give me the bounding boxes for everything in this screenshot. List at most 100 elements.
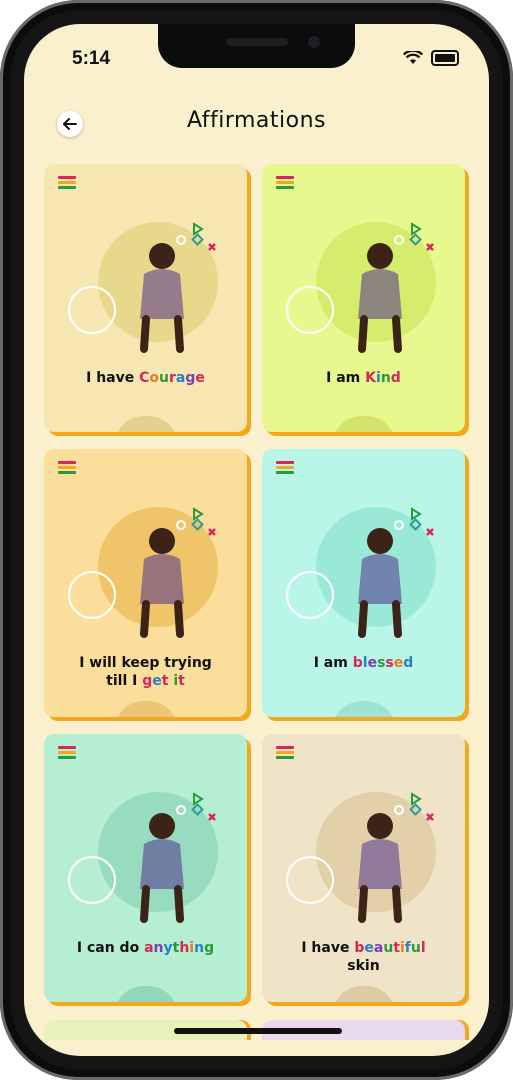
play-ring-icon[interactable] <box>68 571 116 619</box>
app-screen: 5:14 Affirmations I have Courage I am Ki… <box>24 24 489 1056</box>
caption-letter: r <box>168 370 176 386</box>
caption-text: I am <box>326 370 366 386</box>
caption-letter: g <box>185 370 196 386</box>
affirmation-card[interactable]: I am blessed <box>262 449 465 717</box>
play-ring-icon[interactable] <box>68 286 116 334</box>
affirmation-card[interactable]: I can do anything <box>44 734 247 1002</box>
caption-letter: h <box>179 940 190 956</box>
caption-text: I have <box>86 370 140 386</box>
caption-line: I will keep trying <box>52 654 239 672</box>
play-ring-icon[interactable] <box>286 286 334 334</box>
caption-letter: e <box>367 655 378 671</box>
caption-highlight: blessed <box>353 655 414 671</box>
affirmation-card[interactable]: I have beautiful skin <box>262 734 465 1002</box>
menu-icon[interactable] <box>58 176 76 191</box>
caption-letter: C <box>139 370 150 386</box>
caption-letter: t <box>393 940 400 956</box>
play-ring-icon[interactable] <box>68 856 116 904</box>
menu-icon[interactable] <box>276 176 294 191</box>
caption-text: I have <box>301 940 355 956</box>
menu-icon[interactable] <box>58 746 76 761</box>
caption-highlight: beautiful <box>354 940 425 956</box>
card-tab <box>332 416 396 432</box>
header: Affirmations <box>24 106 489 146</box>
caption-letter: K <box>365 370 377 386</box>
menu-icon[interactable] <box>276 746 294 761</box>
caption-letter: n <box>380 370 391 386</box>
caption-letter: y <box>163 940 173 956</box>
affirmation-card[interactable]: I have Courage <box>44 164 247 432</box>
caption-text: I am <box>313 655 353 671</box>
page-title: Affirmations <box>186 108 327 133</box>
child-illustration <box>358 813 402 923</box>
caption-letter: g <box>204 940 215 956</box>
caption-letter: e <box>195 370 205 386</box>
caption-letter: n <box>153 940 164 956</box>
caption-letter: a <box>144 940 154 956</box>
battery-icon <box>431 50 459 66</box>
affirmation-caption: I am blessed <box>270 654 457 672</box>
caption-letter: e <box>393 655 404 671</box>
caption-letter: e <box>364 940 374 956</box>
caption-letter: a <box>175 370 186 386</box>
caption-letter: o <box>149 370 160 386</box>
caption-line: I have Courage <box>52 369 239 387</box>
child-illustration <box>140 243 184 353</box>
card-tab <box>332 701 396 717</box>
child-illustration <box>140 813 184 923</box>
menu-icon[interactable] <box>58 461 76 476</box>
caption-line: I have beautiful <box>270 939 457 957</box>
caption-highlight: anything <box>144 940 214 956</box>
caption-text: I can do <box>76 940 145 956</box>
play-ring-icon[interactable] <box>286 571 334 619</box>
caption-letter: n <box>194 940 205 956</box>
caption-text: till I <box>106 673 143 689</box>
caption-line: till I get it <box>52 672 239 690</box>
caption-letter: a <box>373 940 384 956</box>
caption-highlight: Courage <box>139 370 205 386</box>
caption-letter: e <box>152 673 162 689</box>
card-tab <box>114 701 178 717</box>
caption-highlight: get it <box>142 673 185 689</box>
card-tab <box>114 986 178 1002</box>
notch <box>158 24 355 68</box>
home-indicator[interactable] <box>174 1028 342 1034</box>
affirmation-caption: I am Kind <box>270 369 457 387</box>
play-ring-icon[interactable] <box>286 856 334 904</box>
caption-letter: u <box>159 370 169 386</box>
caption-letter: u <box>410 940 421 956</box>
child-illustration <box>358 528 402 638</box>
card-tab <box>332 986 396 1002</box>
caption-letter: b <box>354 940 365 956</box>
caption-letter: s <box>385 655 394 671</box>
caption-line: skin <box>347 958 380 974</box>
status-time: 5:14 <box>72 48 111 69</box>
caption-letter: u <box>383 940 394 956</box>
affirmation-caption: I can do anything <box>52 939 239 957</box>
caption-letter: g <box>142 673 153 689</box>
menu-icon[interactable] <box>276 461 294 476</box>
caption-letter: t <box>178 673 185 689</box>
affirmation-card[interactable]: I will keep trying till I get it <box>44 449 247 717</box>
affirmation-caption: I will keep trying till I get it <box>52 654 239 690</box>
child-illustration <box>358 243 402 353</box>
card-tab <box>114 416 178 432</box>
child-illustration <box>140 528 184 638</box>
caption-letter: b <box>352 655 363 671</box>
affirmation-caption: I have beautiful skin <box>270 939 457 975</box>
caption-line: I am Kind <box>270 369 457 387</box>
phone-frame: 5:14 Affirmations I have Courage I am Ki… <box>0 0 513 1080</box>
caption-highlight: Kind <box>365 370 401 386</box>
caption-text: I will keep trying <box>79 655 212 671</box>
speaker <box>226 38 288 46</box>
status-icons <box>403 50 459 66</box>
caption-line: I am blessed <box>270 654 457 672</box>
affirmation-card[interactable]: I am Kind <box>262 164 465 432</box>
affirmation-caption: I have Courage <box>52 369 239 387</box>
front-camera <box>308 36 320 48</box>
wifi-icon <box>403 51 423 64</box>
caption-letter: d <box>403 655 414 671</box>
caption-letter: d <box>390 370 401 386</box>
caption-line: I can do anything <box>52 939 239 957</box>
caption-letter: l <box>420 940 426 956</box>
